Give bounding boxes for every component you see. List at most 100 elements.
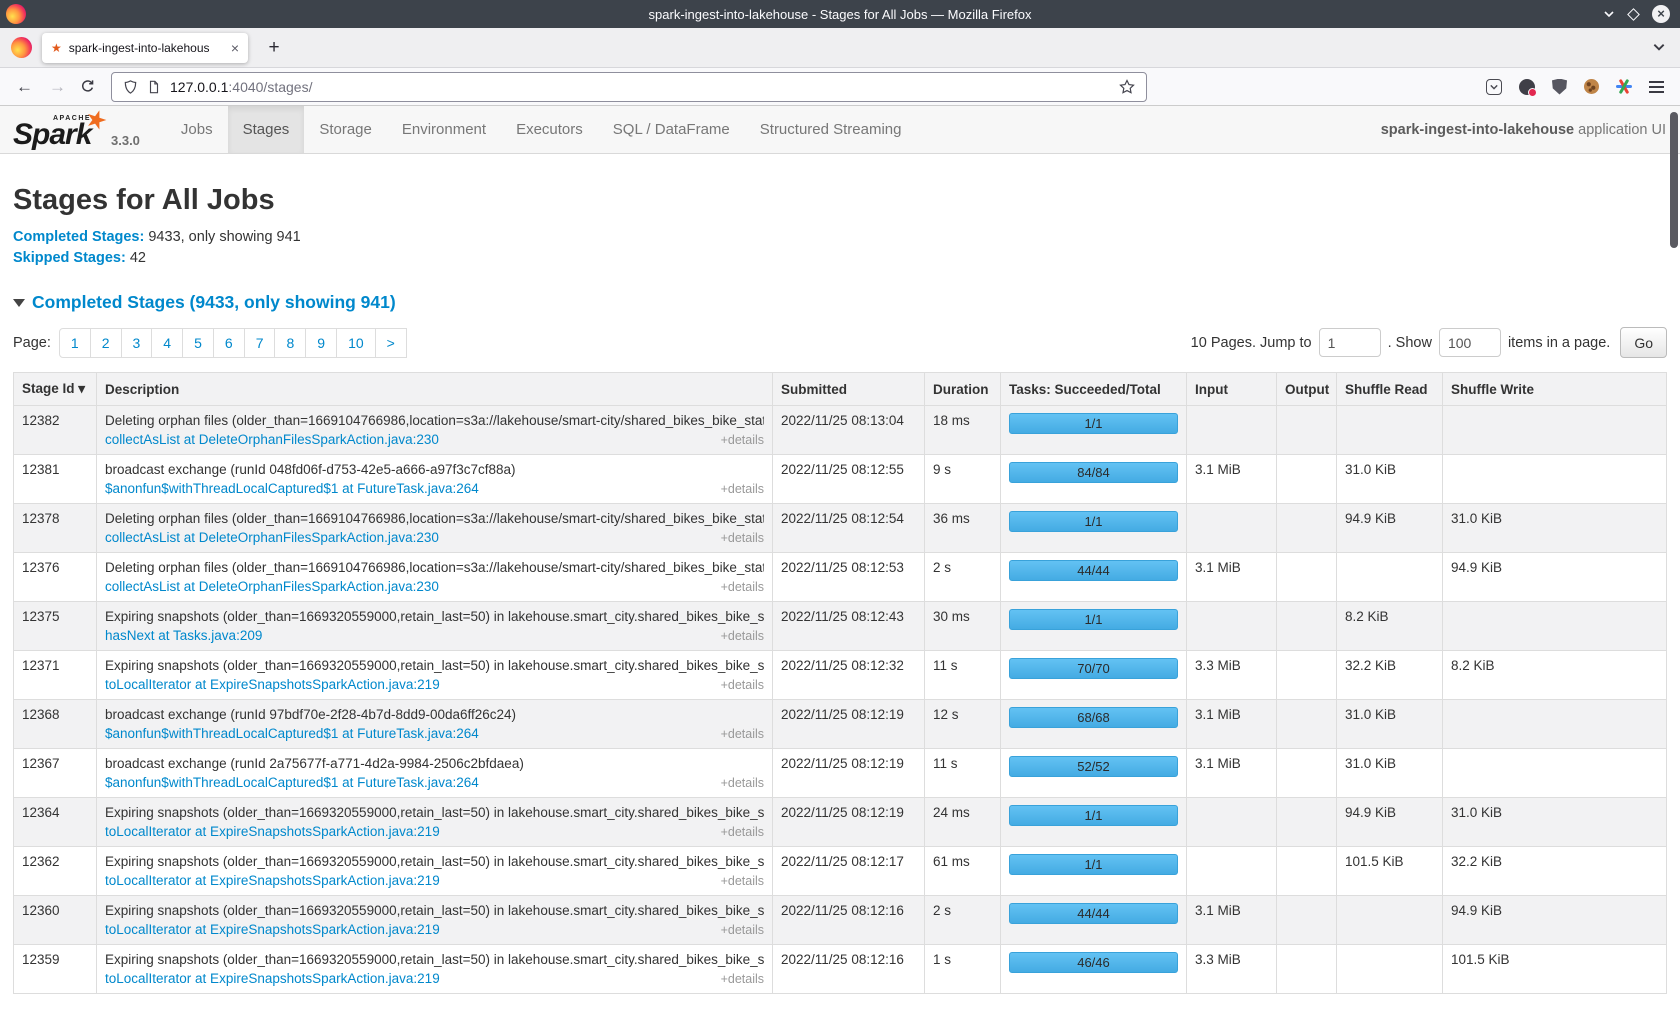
reload-button[interactable] [80,79,95,94]
col-header-submitted[interactable]: Submitted [773,373,925,406]
stage-shuffle-write [1443,602,1667,651]
stage-callsite-link[interactable]: $anonfun$withThreadLocalCaptured$1 at Fu… [105,775,479,790]
extension-icon[interactable] [1486,79,1502,95]
stage-callsite-link[interactable]: toLocalIterator at ExpireSnapshotsSparkA… [105,873,440,888]
skipped-stages-link[interactable]: Skipped Stages: [13,250,126,266]
stage-callsite-link[interactable]: hasNext at Tasks.java:209 [105,628,262,643]
col-header-shuffle-write[interactable]: Shuffle Write [1443,373,1667,406]
menu-icon[interactable] [1649,81,1664,93]
col-header-output[interactable]: Output [1277,373,1337,406]
nav-item-sql-dataframe[interactable]: SQL / DataFrame [598,106,745,153]
extension-pinwheel-icon[interactable] [1616,79,1632,95]
tasks-count: 1/1 [1084,612,1102,627]
tasks-progress-bar: 1/1 [1009,805,1178,826]
details-toggle[interactable]: +details [721,482,764,496]
col-header-duration[interactable]: Duration [925,373,1001,406]
details-toggle[interactable]: +details [721,825,764,839]
adblock-shield-icon[interactable] [1552,79,1567,95]
page-button-10[interactable]: 10 [336,328,376,358]
stage-input: 3.1 MiB [1187,700,1277,749]
list-all-tabs-icon[interactable] [1652,40,1666,59]
stage-shuffle-write: 8.2 KiB [1443,651,1667,700]
tracking-protection-shield-icon[interactable] [123,79,138,95]
nav-item-executors[interactable]: Executors [501,106,598,153]
page-button-5[interactable]: 5 [182,328,214,358]
col-header-shuffle-read[interactable]: Shuffle Read [1337,373,1443,406]
completed-stages-summary: Completed Stages: 9433, only showing 941 [13,227,1667,248]
details-toggle[interactable]: +details [721,629,764,643]
page-button-1[interactable]: 1 [59,328,91,358]
cookie-icon[interactable] [1584,79,1599,94]
stage-id: 12368 [14,700,97,749]
details-toggle[interactable]: +details [721,776,764,790]
details-toggle[interactable]: +details [721,678,764,692]
stage-callsite-link[interactable]: collectAsList at DeleteOrphanFilesSparkA… [105,530,439,545]
back-button[interactable]: ← [16,77,33,97]
completed-stages-link[interactable]: Completed Stages: [13,229,144,245]
col-header-input[interactable]: Input [1187,373,1277,406]
spark-version: 3.3.0 [111,133,140,148]
stage-callsite-link[interactable]: $anonfun$withThreadLocalCaptured$1 at Fu… [105,726,479,741]
completed-stages-section-header[interactable]: Completed Stages (9433, only showing 941… [13,292,1667,313]
firefox-view-icon[interactable] [11,37,32,58]
collapse-arrow-icon [13,299,25,307]
nav-item-stages[interactable]: Stages [228,106,305,153]
stage-description: Expiring snapshots (older_than=166932055… [105,609,764,624]
url-bar[interactable]: 127.0.0.1:4040/stages/ [111,72,1147,102]
page-next-button[interactable]: > [375,328,407,358]
nav-item-environment[interactable]: Environment [387,106,501,153]
window-close-button[interactable]: × [1652,5,1670,23]
nav-item-structured-streaming[interactable]: Structured Streaming [745,106,917,153]
tasks-progress-bar: 70/70 [1009,658,1178,679]
details-toggle[interactable]: +details [721,874,764,888]
items-per-page-input[interactable] [1439,328,1501,357]
page-button-2[interactable]: 2 [90,328,122,358]
stage-callsite-link[interactable]: toLocalIterator at ExpireSnapshotsSparkA… [105,922,440,937]
pages-summary: 10 Pages. Jump to [1191,335,1312,351]
stage-callsite-link[interactable]: collectAsList at DeleteOrphanFilesSparkA… [105,579,439,594]
details-toggle[interactable]: +details [721,531,764,545]
details-toggle[interactable]: +details [721,923,764,937]
details-toggle[interactable]: +details [721,727,764,741]
details-toggle[interactable]: +details [721,972,764,986]
new-tab-button[interactable]: + [262,37,286,59]
stage-callsite-link[interactable]: toLocalIterator at ExpireSnapshotsSparkA… [105,971,440,986]
col-header-stage-id[interactable]: Stage Id ▾ [14,373,97,406]
browser-tab[interactable]: ★ spark-ingest-into-lakehous × [42,33,248,63]
window-maximize-button[interactable] [1627,8,1640,21]
page-button-6[interactable]: 6 [213,328,245,358]
col-header-tasks-succeeded-total[interactable]: Tasks: Succeeded/Total [1001,373,1187,406]
bookmark-star-icon[interactable] [1119,79,1135,95]
vertical-scrollbar[interactable] [1670,112,1678,248]
stage-callsite-link[interactable]: toLocalIterator at ExpireSnapshotsSparkA… [105,677,440,692]
nav-item-jobs[interactable]: Jobs [166,106,228,153]
jump-to-page-input[interactable] [1319,328,1381,357]
details-toggle[interactable]: +details [721,433,764,447]
container-mask-icon[interactable] [1519,79,1535,95]
go-button[interactable]: Go [1620,327,1667,358]
stage-callsite-link[interactable]: collectAsList at DeleteOrphanFilesSparkA… [105,432,439,447]
page-button-7[interactable]: 7 [244,328,276,358]
page-button-9[interactable]: 9 [305,328,337,358]
forward-button[interactable]: → [49,77,66,97]
stage-duration: 1 s [925,945,1001,994]
page-button-4[interactable]: 4 [151,328,183,358]
page-button-8[interactable]: 8 [274,328,306,358]
spark-logo[interactable]: APACHE Spark ★ [13,108,97,153]
table-row: 12375 Expiring snapshots (older_than=166… [14,602,1667,651]
stage-id: 12376 [14,553,97,602]
stage-shuffle-write [1443,406,1667,455]
tab-close-icon[interactable]: × [231,40,239,56]
page-button-3[interactable]: 3 [121,328,153,358]
stage-input [1187,504,1277,553]
col-header-description[interactable]: Description [97,373,773,406]
stage-shuffle-write [1443,749,1667,798]
window-minimize-button[interactable] [1603,9,1615,19]
stage-callsite-link[interactable]: toLocalIterator at ExpireSnapshotsSparkA… [105,824,440,839]
stage-submitted: 2022/11/25 08:13:04 [773,406,925,455]
nav-item-storage[interactable]: Storage [304,106,387,153]
details-toggle[interactable]: +details [721,580,764,594]
page-info-icon[interactable] [147,79,161,95]
stage-callsite-link[interactable]: $anonfun$withThreadLocalCaptured$1 at Fu… [105,481,479,496]
stage-shuffle-read [1337,896,1443,945]
